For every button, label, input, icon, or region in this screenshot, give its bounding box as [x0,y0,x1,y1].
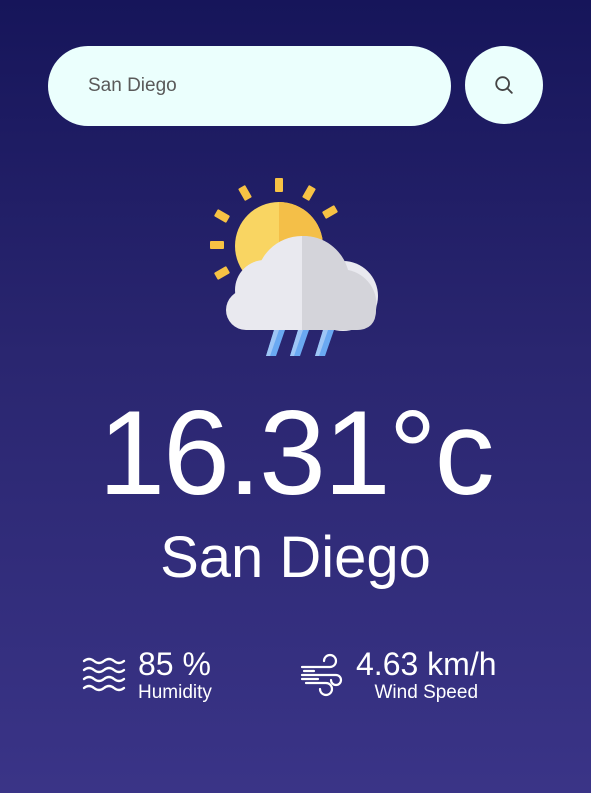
sun-cloud-rain-icon [210,178,378,356]
temperature: 16.31°c [98,386,494,520]
search-button[interactable] [465,46,543,124]
city-name: San Diego [160,525,431,590]
humidity-value: 85 % [138,646,211,682]
search-icon [495,76,513,94]
humidity-label: Humidity [138,682,212,703]
search-input[interactable] [48,46,451,126]
waves-icon [82,657,126,692]
wind-stat: 4.63 km/h Wind Speed [300,646,497,704]
wind-icon [300,653,343,697]
humidity-stat: 85 % Humidity [82,646,212,704]
wind-label: Wind Speed [374,682,479,703]
wind-value: 4.63 km/h [356,646,497,682]
